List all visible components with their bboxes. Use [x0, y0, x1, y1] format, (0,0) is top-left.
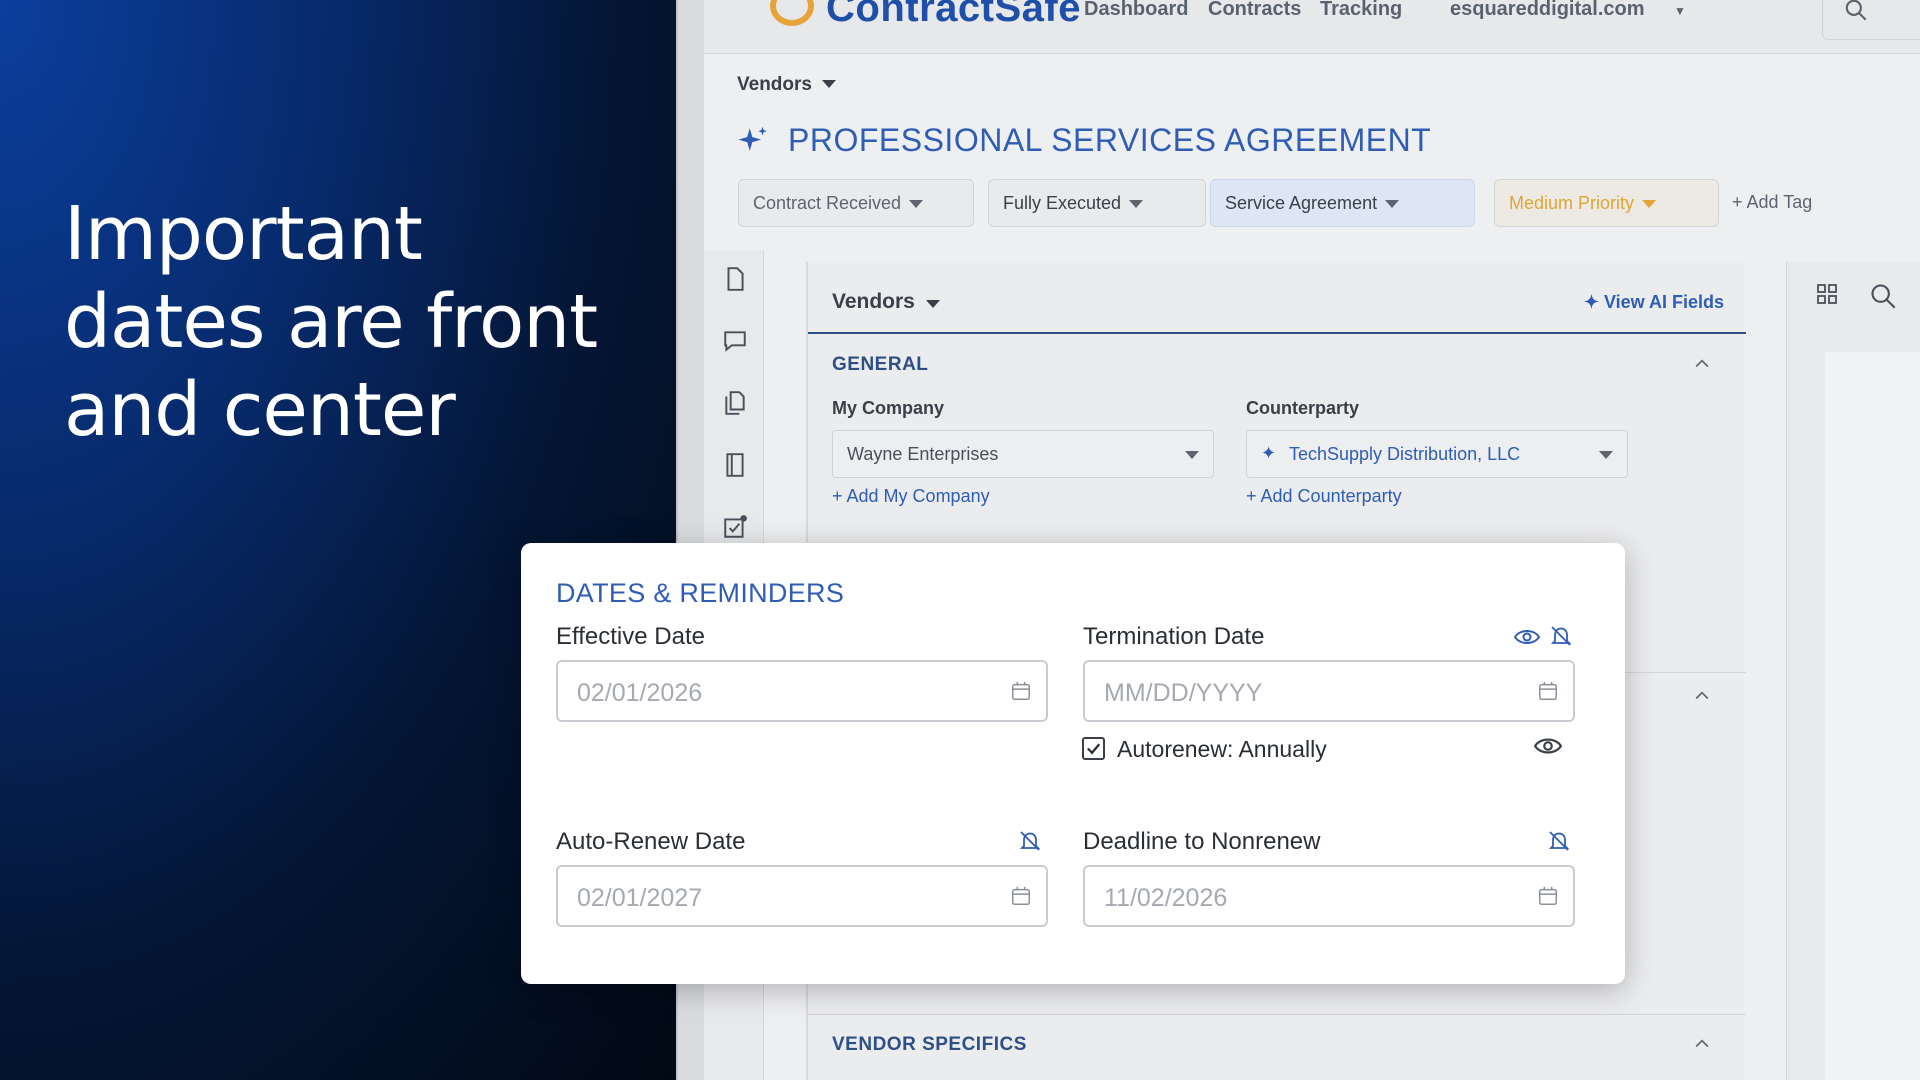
priority-chip[interactable]: Medium Priority [1494, 179, 1719, 227]
termination-date-field[interactable]: MM/DD/YYYY [1083, 660, 1575, 722]
effective-date-label: Effective Date [556, 623, 705, 650]
ai-sparkle-icon [738, 126, 767, 151]
right-panel-content [1825, 352, 1920, 1080]
add-counterparty-link[interactable]: + Add Counterparty [1246, 486, 1402, 507]
deadline-nonrenew-label: Deadline to Nonrenew [1083, 828, 1321, 855]
files-icon[interactable] [722, 390, 748, 416]
section-general-title: GENERAL [832, 354, 929, 375]
document-icon[interactable] [722, 266, 748, 292]
my-company-value: Wayne Enterprises [847, 444, 999, 464]
status-chip-received[interactable]: Contract Received [738, 179, 974, 227]
nav-dashboard[interactable]: Dashboard [1084, 0, 1188, 21]
search-icon [1845, 0, 1867, 21]
calendar-icon[interactable] [1537, 680, 1559, 702]
chevron-up-icon[interactable] [1692, 1034, 1712, 1054]
nav-contracts[interactable]: Contracts [1208, 0, 1301, 21]
eye-icon[interactable] [1534, 735, 1562, 757]
counterparty-select[interactable]: ✦ TechSupply Distribution, LLC [1246, 430, 1628, 478]
effective-date-value: 02/01/2026 [577, 679, 703, 707]
chevron-down-icon [1599, 451, 1613, 459]
chip-label: Fully Executed [1003, 193, 1122, 213]
page-title: PROFESSIONAL SERVICES AGREEMENT [788, 122, 1432, 158]
view-ai-fields-button[interactable]: ✦ View AI Fields [1584, 292, 1724, 313]
calendar-icon[interactable] [1010, 885, 1032, 907]
bell-off-icon[interactable] [1549, 624, 1573, 648]
bell-off-icon[interactable] [1018, 829, 1042, 853]
chevron-down-icon [1129, 200, 1144, 209]
effective-date-field[interactable]: 02/01/2026 [556, 660, 1048, 722]
dates-reminders-card: DATES & REMINDERS Effective Date 02/01/2… [521, 543, 1625, 984]
breadcrumb[interactable]: Vendors [737, 74, 812, 96]
right-panel [1786, 262, 1920, 1080]
deadline-nonrenew-field[interactable]: 11/02/2026 [1083, 865, 1575, 927]
deadline-nonrenew-value: 11/02/2026 [1104, 884, 1228, 912]
autorenew-checkbox[interactable] [1082, 737, 1105, 760]
chevron-down-icon [1642, 200, 1657, 209]
logo-icon [770, 0, 814, 26]
sparkle-icon: ✦ [1583, 292, 1604, 312]
auto-renew-date-label: Auto-Renew Date [556, 828, 746, 855]
notebook-icon[interactable] [722, 452, 748, 478]
vendors-header: Vendors ✦ View AI Fields [808, 262, 1746, 334]
brand-logo[interactable]: ContractSafe [826, 0, 1081, 31]
chevron-up-icon[interactable] [1692, 354, 1712, 374]
search-icon[interactable] [1869, 282, 1897, 310]
top-bar: ContractSafe Dashboard Contracts Trackin… [704, 0, 1920, 54]
plus-icon: + [1246, 486, 1261, 506]
counterparty-label: Counterparty [1246, 398, 1360, 418]
chevron-down-icon: ▼ [1674, 4, 1686, 18]
grid-icon[interactable] [1815, 282, 1839, 306]
bell-off-icon[interactable] [1547, 829, 1571, 853]
org-switcher[interactable]: esquareddigital.com [1450, 0, 1645, 21]
dates-reminders-title: DATES & REMINDERS [556, 578, 845, 608]
termination-date-label: Termination Date [1083, 623, 1265, 650]
chevron-down-icon [1185, 451, 1199, 459]
global-search[interactable] [1822, 0, 1920, 40]
auto-renew-date-value: 02/01/2027 [577, 884, 703, 912]
view-ai-label: View AI Fields [1603, 292, 1724, 312]
vendors-title[interactable]: Vendors [832, 290, 915, 314]
add-my-company-link[interactable]: + Add My Company [832, 486, 990, 507]
auto-renew-date-field[interactable]: 02/01/2027 [556, 865, 1048, 927]
chevron-up-icon[interactable] [1692, 686, 1712, 706]
type-chip[interactable]: Service Agreement [1210, 179, 1475, 227]
section-vendor-specifics-title: VENDOR SPECIFICS [832, 1034, 1027, 1055]
nav-tracking[interactable]: Tracking [1320, 0, 1402, 21]
termination-date-placeholder: MM/DD/YYYY [1104, 679, 1263, 707]
chevron-down-icon [909, 200, 924, 209]
status-chip-executed[interactable]: Fully Executed [988, 179, 1206, 227]
add-tag-button[interactable]: + Add Tag [1732, 192, 1812, 213]
chevron-down-icon [822, 80, 836, 88]
headline: Important dates are front and center [64, 191, 598, 453]
my-company-label: My Company [832, 398, 945, 418]
eye-icon[interactable] [1514, 627, 1540, 647]
plus-icon: + [1732, 192, 1747, 212]
comment-icon[interactable] [722, 328, 748, 354]
chevron-down-icon [926, 300, 940, 308]
task-icon[interactable] [722, 514, 748, 540]
chevron-down-icon [1385, 200, 1400, 209]
calendar-icon[interactable] [1537, 885, 1559, 907]
add-my-company-label: Add My Company [846, 486, 990, 506]
autorenew-label[interactable]: Autorenew: Annually [1117, 736, 1327, 763]
counterparty-value: TechSupply Distribution, LLC [1289, 444, 1521, 464]
divider [808, 1014, 1746, 1015]
chip-label: Contract Received [753, 193, 902, 213]
add-counterparty-label: Add Counterparty [1260, 486, 1402, 506]
my-company-select[interactable]: Wayne Enterprises [832, 430, 1214, 478]
plus-icon: + [832, 486, 847, 506]
calendar-icon[interactable] [1010, 680, 1032, 702]
add-tag-label: Add Tag [1746, 192, 1813, 212]
sparkle-icon: ✦ [1261, 443, 1277, 463]
checkmark-icon [1086, 743, 1101, 755]
chip-label: Medium Priority [1509, 193, 1635, 213]
chip-label: Service Agreement [1225, 193, 1378, 213]
